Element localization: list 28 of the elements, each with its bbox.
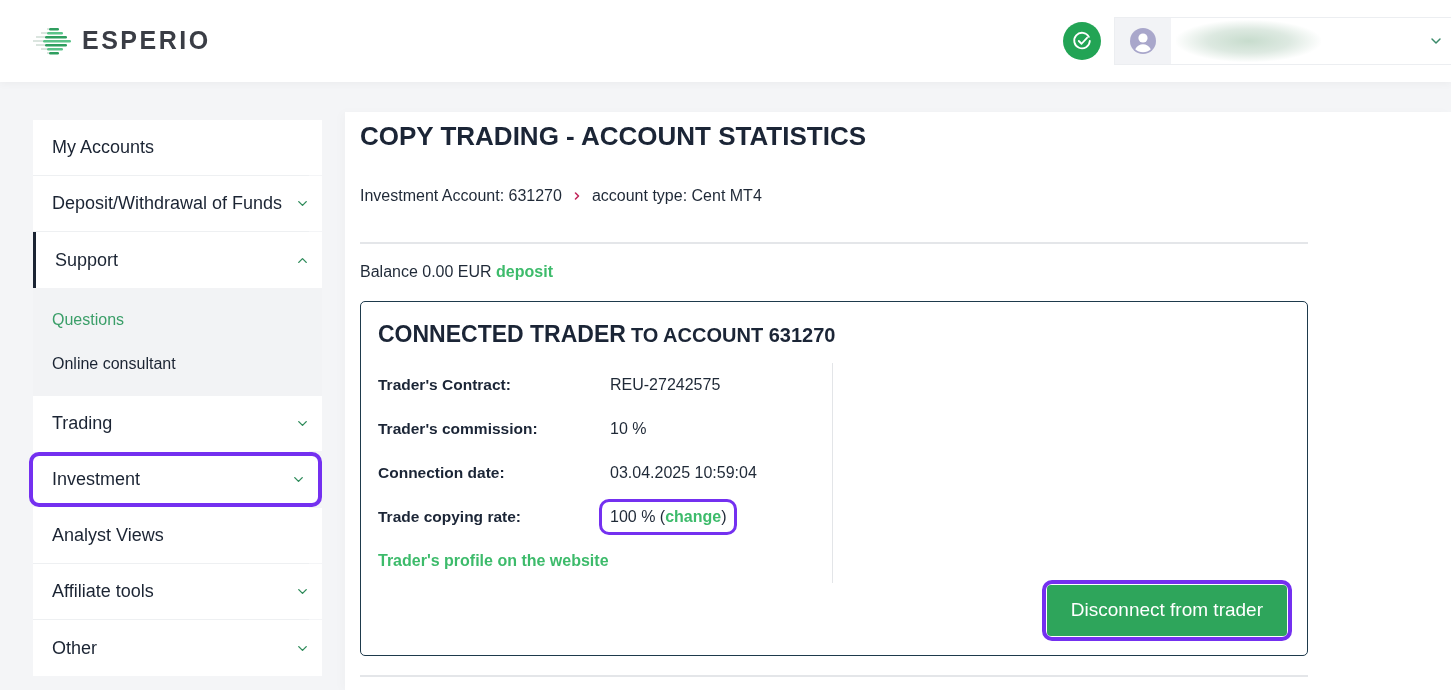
logo-text: ESPERIO [82, 25, 211, 57]
sidebar-item[interactable]: Support [33, 232, 322, 288]
breadcrumb-item[interactable]: account type: Cent MT4 [591, 184, 762, 208]
sidebar-item[interactable]: My Accounts [33, 120, 322, 175]
logo-icon [33, 26, 73, 56]
field-label: Trader's commission: [378, 419, 539, 440]
field-label: Trader's Contract: [378, 375, 512, 396]
sidebar-item[interactable]: Deposit/Withdrawal of Funds [33, 176, 322, 231]
field-label: Connection date: [378, 463, 506, 484]
sidebar-item[interactable]: Trading [33, 396, 322, 451]
sidebar-item[interactable]: Other [33, 620, 322, 676]
field-value: 03.04.2025 10:59:04 [610, 463, 757, 483]
breadcrumb-item[interactable]: Investment Account: 631270 [360, 184, 562, 208]
sidebar-item[interactable]: Investment [29, 452, 322, 507]
balance-text: Balance 0.00 EUR deposit [360, 262, 554, 282]
user-avatar-icon [1115, 18, 1171, 64]
field-label: Trade copying rate: [378, 507, 522, 528]
sidebar-item[interactable]: Analyst Views [33, 508, 322, 563]
field-value: REU-27242575 [610, 375, 721, 395]
submenu-item[interactable]: Online consultant [33, 342, 322, 386]
verified-check-icon[interactable] [1063, 22, 1101, 60]
card-subtitle: TO ACCOUNT 631270 [630, 323, 836, 348]
sidebar-item[interactable]: Affiliate tools [33, 564, 322, 619]
account-dropdown[interactable] [1114, 17, 1451, 65]
page-title: COPY TRADING - ACCOUNT STATISTICS [360, 120, 868, 152]
field-value: 100 % (change) [599, 499, 738, 535]
card-title: CONNECTED TRADER [378, 320, 626, 349]
field-value: 10 % [610, 419, 647, 439]
